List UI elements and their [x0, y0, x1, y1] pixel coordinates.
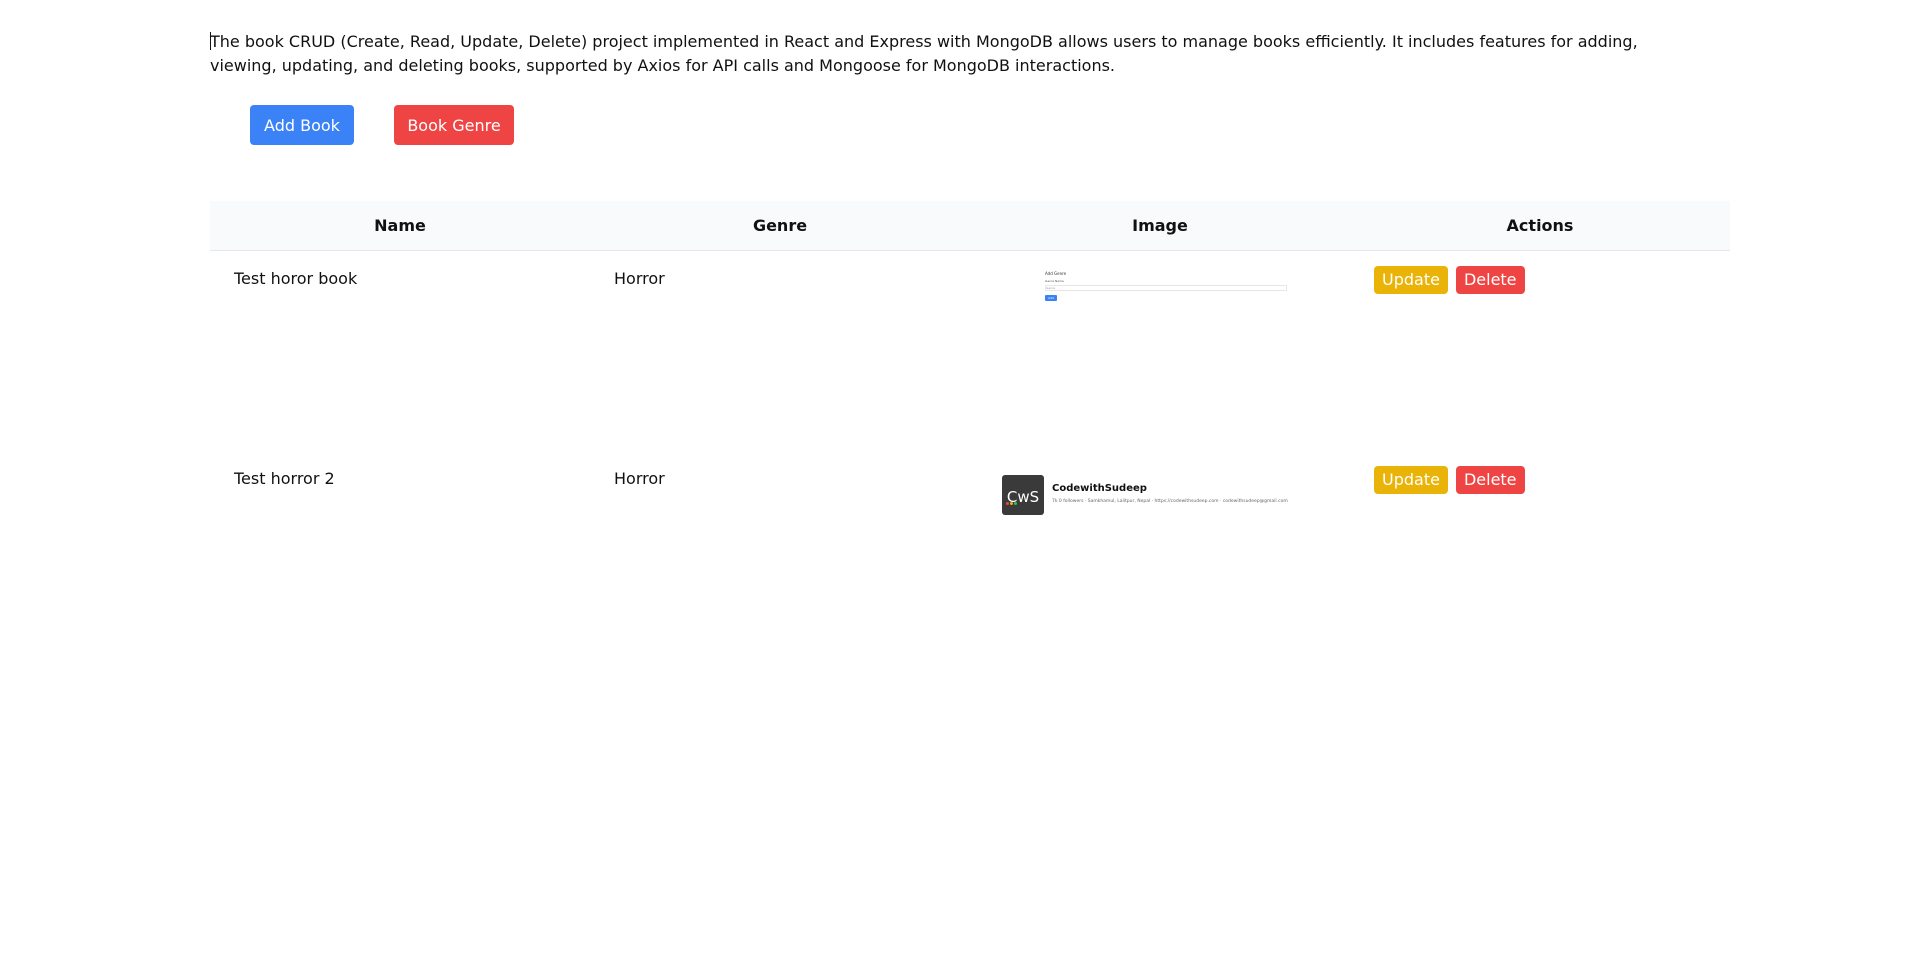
cell-actions: Update Delete: [1350, 251, 1730, 452]
book-name: Test horror 2: [234, 469, 335, 488]
window-dots-icon: [1006, 478, 1018, 522]
cell-image: Add Genre Genre Name Genre Add: [970, 251, 1350, 452]
cell-genre: Horror: [590, 251, 970, 452]
thumb-meta: 7k 0 followers · Samkhamul, Lalitpur, Ne…: [1052, 499, 1288, 504]
update-button[interactable]: Update: [1374, 266, 1448, 294]
project-description: The book CRUD (Create, Read, Update, Del…: [210, 30, 1700, 78]
row-actions: Update Delete: [1350, 251, 1730, 294]
thumb-label: Genre Name: [1045, 279, 1064, 283]
cell-name: Test horor book: [210, 251, 590, 452]
column-header-genre: Genre: [752, 216, 808, 235]
table-row: Test horor book Horror Add Genre Genre N…: [210, 251, 1730, 452]
delete-button[interactable]: Delete: [1455, 466, 1525, 494]
cell-image: CwS CodewithSudeep 7k 0 followers · Samk…: [970, 451, 1350, 517]
book-genre: Horror: [614, 469, 665, 488]
column-header-image: Image: [1132, 216, 1188, 235]
book-genre-button[interactable]: Book Genre: [394, 105, 514, 145]
book-image: Add Genre Genre Name Genre Add: [1025, 269, 1295, 309]
column-header-actions: Actions: [1506, 216, 1574, 235]
project-description-text: The book CRUD (Create, Read, Update, Del…: [210, 32, 1638, 75]
cell-actions: Update Delete: [1350, 451, 1730, 517]
books-table: Name Genre Image Actions Test horor book…: [210, 201, 1730, 517]
thumb-name: CodewithSudeep: [1052, 483, 1147, 494]
row-actions: Update Delete: [1350, 451, 1730, 494]
table-body: Test horor book Horror Add Genre Genre N…: [210, 251, 1730, 518]
column-header-name: Name: [374, 216, 426, 235]
book-genre: Horror: [614, 269, 665, 288]
cell-genre: Horror: [590, 451, 970, 517]
book-image-wrapper: Add Genre Genre Name Genre Add: [970, 251, 1350, 313]
table-header-row: Name Genre Image Actions: [210, 201, 1730, 251]
update-button[interactable]: Update: [1374, 466, 1448, 494]
book-name: Test horor book: [234, 269, 358, 288]
add-book-button[interactable]: Add Book: [250, 105, 354, 145]
thumb-input: Genre: [1045, 285, 1287, 291]
delete-button[interactable]: Delete: [1455, 266, 1525, 294]
book-image-wrapper: CwS CodewithSudeep 7k 0 followers · Samk…: [970, 451, 1350, 517]
book-image: CwS CodewithSudeep 7k 0 followers · Samk…: [1002, 469, 1318, 515]
cell-name: Test horror 2: [210, 451, 590, 517]
logo-image: CwS: [1002, 475, 1044, 515]
table-header: Name Genre Image Actions: [210, 201, 1730, 251]
table-row: Test horror 2 Horror CwS CodewithSudeep …: [210, 451, 1730, 517]
thumb-button: Add: [1045, 295, 1057, 301]
thumb-title: Add Genre: [1045, 271, 1067, 276]
